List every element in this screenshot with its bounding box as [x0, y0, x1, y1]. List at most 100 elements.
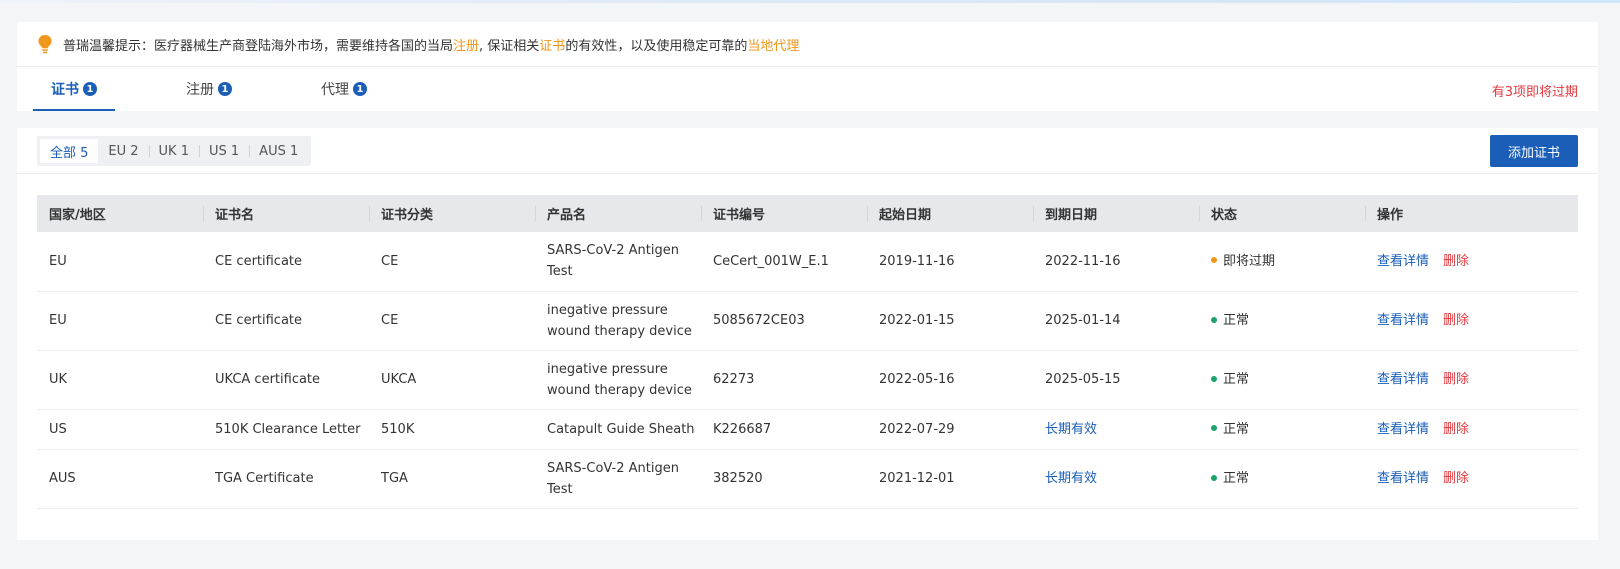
cell-status: 正常 [1199, 449, 1365, 509]
status-text: 正常 [1223, 421, 1250, 437]
cell-certificate-number: K226687 [701, 409, 867, 450]
cell-region: EU [37, 291, 203, 351]
cell-product: SARS-CoV-2 Antigen Test [535, 449, 701, 509]
table-row: US 510K Clearance Letter 510K Catapult G… [37, 409, 1578, 450]
expiring-notice: 有3项即将过期 [1491, 85, 1578, 100]
filter-all[interactable]: 全部 5 [40, 139, 99, 163]
view-details-link[interactable]: 查看详情 [1377, 422, 1429, 437]
column-header: 状态 [1199, 195, 1365, 232]
cell-start-date: 2022-05-16 [867, 350, 1033, 410]
cell-status: 正常 [1199, 409, 1365, 450]
table-row: UK UKCA certificate UKCA inegative press… [37, 350, 1578, 410]
cell-certificate-name: CE certificate [203, 232, 369, 292]
cell-category: CE [369, 232, 535, 292]
cell-actions: 查看详情 删除 [1365, 449, 1578, 509]
delete-link[interactable]: 删除 [1443, 471, 1469, 486]
cell-region: AUS [37, 449, 203, 509]
cell-category: TGA [369, 449, 535, 509]
view-details-link[interactable]: 查看详情 [1377, 313, 1429, 328]
table-row: EU CE certificate CE inegative pressure … [37, 291, 1578, 351]
cell-category: CE [369, 291, 535, 351]
view-details-link[interactable]: 查看详情 [1377, 254, 1429, 269]
column-header: 到期日期 [1033, 195, 1199, 232]
tab-count-badge: 1 [353, 82, 367, 96]
status-text: 正常 [1223, 471, 1250, 486]
toolbar: 全部 5 EU 2 UK 1 US 1 AUS 1 添加证书 [17, 128, 1598, 174]
tab-agents[interactable]: 代理 1 [303, 67, 385, 111]
tab-bar: 证书 1 注册 1 代理 1 有3项即将过期 [17, 67, 1598, 111]
cell-status: 即将过期 [1199, 232, 1365, 292]
cell-certificate-number: 62273 [701, 350, 867, 410]
view-details-link[interactable]: 查看详情 [1377, 471, 1429, 486]
lightbulb-icon [38, 35, 52, 54]
tab-count-badge: 1 [83, 82, 97, 96]
status-text: 即将过期 [1223, 253, 1276, 269]
cell-product: inegative pressure wound therapy device [535, 291, 701, 351]
top-panel: 普瑞温馨提示：医疗器械生产商登陆海外市场，需要维持各国的当局注册, 保证相关证书… [17, 22, 1598, 111]
add-certificate-button[interactable]: 添加证书 [1490, 135, 1578, 167]
cell-certificate-name: UKCA certificate [203, 350, 369, 410]
tab-label: 代理 [321, 82, 349, 98]
cell-actions: 查看详情 删除 [1365, 291, 1578, 351]
filter-uk[interactable]: UK 1 [148, 139, 199, 163]
cell-category: UKCA [369, 350, 535, 410]
tip-highlight-agent: 当地代理 [747, 38, 800, 54]
filter-eu[interactable]: EU 2 [98, 139, 148, 163]
cell-region: UK [37, 350, 203, 410]
certificate-panel: 全部 5 EU 2 UK 1 US 1 AUS 1 添加证书 国家/地区 证书名… [17, 128, 1598, 540]
cell-actions: 查看详情 删除 [1365, 232, 1578, 292]
top-gradient-bar [0, 0, 1620, 3]
tip-middle-2: 的有效性，以及使用稳定可靠的 [565, 38, 748, 54]
status-text: 正常 [1223, 313, 1250, 328]
cell-start-date: 2021-12-01 [867, 449, 1033, 509]
column-header: 证书编号 [701, 195, 867, 232]
certificate-table: 国家/地区 证书名 证书分类 产品名 证书编号 起始日期 到期日期 状态 操作 … [37, 195, 1578, 509]
cell-start-date: 2022-07-29 [867, 409, 1033, 450]
region-filter-group: 全部 5 EU 2 UK 1 US 1 AUS 1 [37, 136, 312, 166]
cell-start-date: 2019-11-16 [867, 232, 1033, 292]
tip-text: 普瑞温馨提示：医疗器械生产商登陆海外市场，需要维持各国的当局注册, 保证相关证书… [63, 35, 799, 54]
filter-aus[interactable]: AUS 1 [249, 139, 308, 163]
cell-certificate-name: TGA Certificate [203, 449, 369, 509]
status-dot-icon [1211, 257, 1217, 264]
table-header-row: 国家/地区 证书名 证书分类 产品名 证书编号 起始日期 到期日期 状态 操作 [37, 195, 1578, 232]
cell-end-date: 2022-11-16 [1033, 232, 1199, 292]
status-dot-icon [1211, 425, 1217, 431]
tab-certificates[interactable]: 证书 1 [33, 67, 115, 111]
column-header: 起始日期 [867, 195, 1033, 232]
cell-product: SARS-CoV-2 Antigen Test [535, 232, 701, 292]
cell-certificate-number: 5085672CE03 [701, 291, 867, 351]
tip-banner: 普瑞温馨提示：医疗器械生产商登陆海外市场，需要维持各国的当局注册, 保证相关证书… [17, 22, 1598, 67]
cell-certificate-name: CE certificate [203, 291, 369, 351]
status-dot-icon [1211, 316, 1217, 323]
cell-start-date: 2022-01-15 [867, 291, 1033, 351]
tip-highlight-registration: 注册 [453, 38, 480, 54]
cell-product: Catapult Guide Sheath [535, 409, 701, 450]
delete-link[interactable]: 删除 [1443, 422, 1469, 437]
cell-certificate-number: CeCert_001W_E.1 [701, 232, 867, 292]
tab-registrations[interactable]: 注册 1 [168, 67, 250, 111]
filter-us[interactable]: US 1 [199, 139, 249, 163]
view-details-link[interactable]: 查看详情 [1377, 372, 1429, 387]
cell-end-date[interactable]: 长期有效 [1033, 409, 1199, 450]
cell-actions: 查看详情 删除 [1365, 409, 1578, 450]
cell-status: 正常 [1199, 291, 1365, 351]
cell-end-date: 2025-05-15 [1033, 350, 1199, 410]
table-row: AUS TGA Certificate TGA SARS-CoV-2 Antig… [37, 449, 1578, 509]
column-header: 操作 [1365, 195, 1578, 232]
cell-region: EU [37, 232, 203, 292]
delete-link[interactable]: 删除 [1443, 313, 1469, 328]
cell-region: US [37, 409, 203, 450]
delete-link[interactable]: 删除 [1443, 254, 1469, 269]
cell-certificate-name: 510K Clearance Letter [203, 409, 369, 450]
delete-link[interactable]: 删除 [1443, 372, 1469, 387]
cell-end-date[interactable]: 长期有效 [1033, 449, 1199, 509]
certificate-table-wrap: 国家/地区 证书名 证书分类 产品名 证书编号 起始日期 到期日期 状态 操作 … [37, 195, 1578, 509]
tab-label: 注册 [186, 82, 214, 98]
cell-actions: 查看详情 删除 [1365, 350, 1578, 410]
column-header: 产品名 [535, 195, 701, 232]
table-row: EU CE certificate CE SARS-CoV-2 Antigen … [37, 232, 1578, 292]
tab-label: 证书 [51, 82, 79, 98]
status-dot-icon [1211, 474, 1217, 481]
tab-count-badge: 1 [218, 82, 232, 96]
